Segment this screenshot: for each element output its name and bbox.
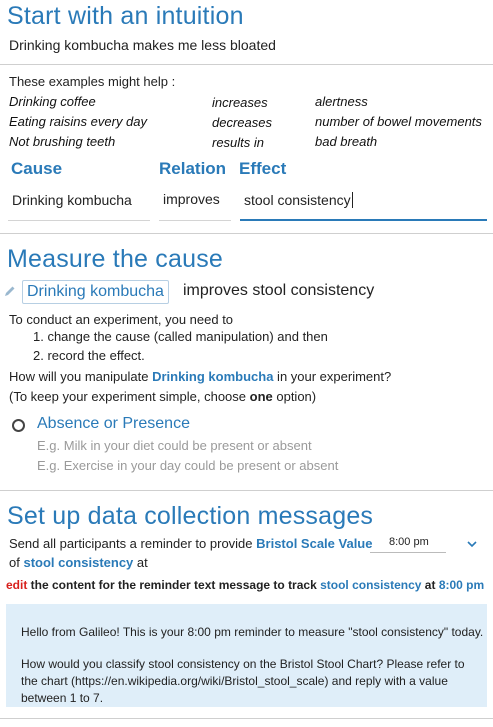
option-example-1: E.g. Milk in your diet could be present … <box>37 438 312 453</box>
reminder-message-preview: Hello from Galileo! This is your 8:00 pm… <box>6 604 487 707</box>
effect-input[interactable]: stool consistency <box>244 192 353 208</box>
cause-chip-label: Drinking kombucha <box>27 283 164 300</box>
effect-input-value: stool consistency <box>244 192 351 208</box>
message-line-2: How would you classify stool consistency… <box>21 657 465 705</box>
intuition-text[interactable]: Drinking kombucha makes me less bloated <box>9 37 276 53</box>
step-2: 2. record the effect. <box>33 348 145 363</box>
reminder-sentence: Send all participants a reminder to prov… <box>9 536 373 551</box>
cause-header: Cause <box>11 159 63 178</box>
pencil-icon[interactable] <box>4 284 16 296</box>
statement-rest: improves stool consistency <box>183 282 375 299</box>
example-effect: alertness <box>315 94 368 109</box>
example-relation: results in <box>212 135 265 150</box>
divider <box>0 718 493 719</box>
example-cause: Eating raisins every day <box>9 114 148 129</box>
time-select-value: 8:00 pm <box>389 536 429 548</box>
section-title-intuition: Start with an intuition <box>7 2 244 30</box>
example-cause: Not brushing teeth <box>9 134 116 149</box>
message-line-1: Hello from Galileo! This is your 8:00 pm… <box>21 625 484 639</box>
option-example-2: E.g. Exercise in your day could be prese… <box>37 458 339 473</box>
examples-label: These examples might help : <box>9 74 176 89</box>
effect-header: Effect <box>239 159 287 178</box>
edit-link[interactable]: edit <box>6 578 27 592</box>
relation-input[interactable]: improves <box>163 191 220 207</box>
radio-icon[interactable] <box>12 419 25 432</box>
cause-chip[interactable]: Drinking kombucha <box>22 280 169 304</box>
example-effect: number of bowel movements <box>315 114 482 129</box>
relation-header: Relation <box>159 159 227 178</box>
step-1: 1. change the cause (called manipulation… <box>33 329 328 344</box>
chevron-down-icon[interactable] <box>466 536 478 548</box>
section-title-data-collection: Set up data collection messages <box>7 502 374 530</box>
effect-input-underline <box>240 219 487 221</box>
example-relation: decreases <box>212 115 272 130</box>
cause-input[interactable]: Drinking kombucha <box>12 192 132 208</box>
example-effect: bad breath <box>315 134 378 149</box>
example-relation: increases <box>212 95 268 110</box>
manipulation-hint: (To keep your experiment simple, choose … <box>9 389 317 404</box>
option-absence-presence[interactable]: Absence or Presence <box>37 415 190 433</box>
section-title-measure: Measure the cause <box>7 245 224 273</box>
divider <box>0 490 493 491</box>
manipulation-question: How will you manipulate Drinking kombuch… <box>9 369 392 384</box>
divider <box>0 64 493 65</box>
edit-reminder-line: edit the content for the reminder text m… <box>6 578 485 592</box>
reminder-sentence-cont: of stool consistency at <box>9 555 148 570</box>
example-cause: Drinking coffee <box>9 94 96 109</box>
experiment-intro: To conduct an experiment, you need to <box>9 312 234 327</box>
divider <box>0 233 493 234</box>
text-cursor <box>351 192 353 208</box>
time-select[interactable]: 8:00 pm <box>370 535 446 553</box>
